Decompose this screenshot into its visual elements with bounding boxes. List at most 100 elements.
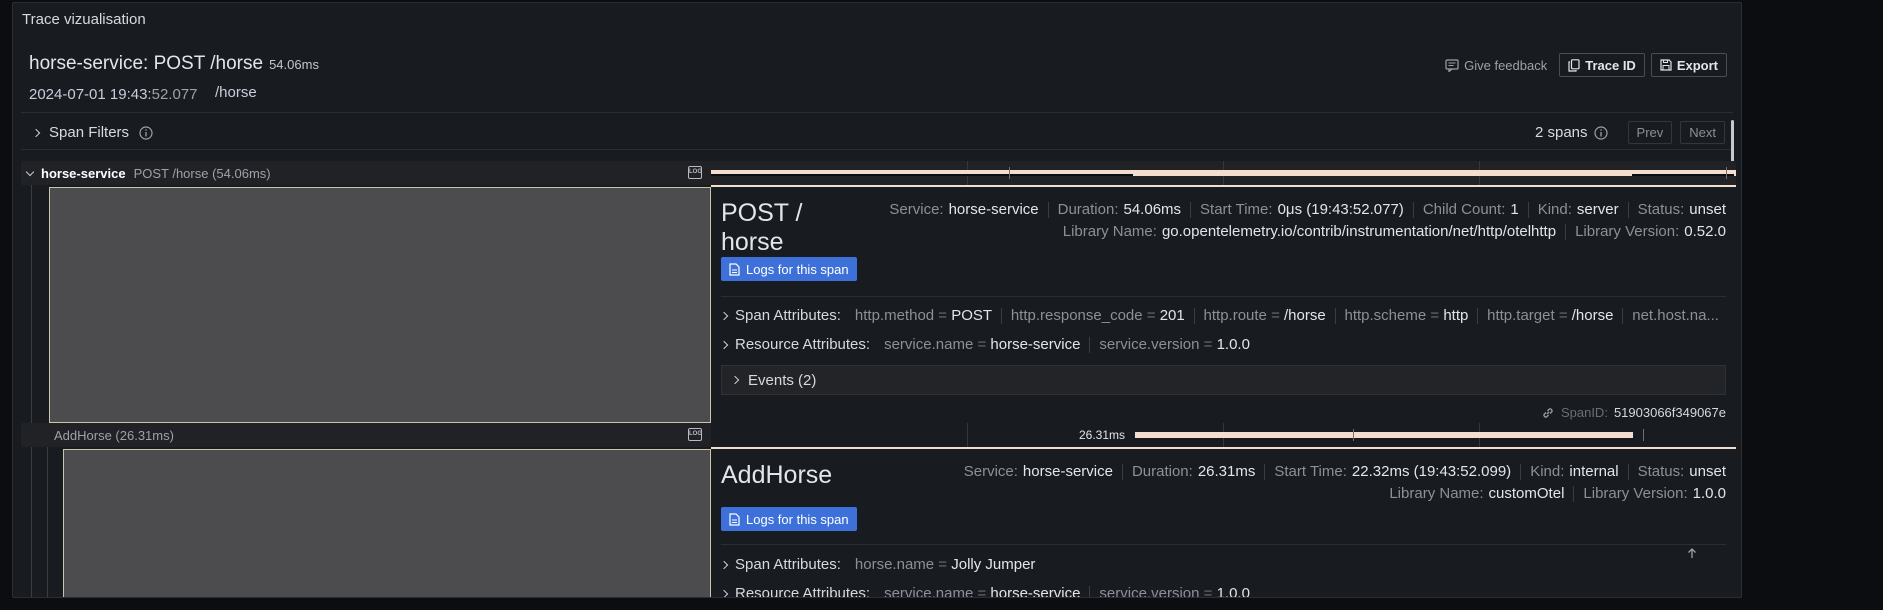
span-filters-toggle[interactable]: Span Filters (31, 124, 153, 141)
attribute-item: http.scheme = http (1344, 307, 1468, 324)
detail-divider (721, 544, 1726, 545)
timeline-tick (967, 423, 968, 447)
span-operation-label: POST /horse (54.06ms) (133, 165, 271, 181)
logs-icon[interactable]: LOG (688, 166, 702, 179)
span-attributes-row[interactable]: Span Attributes: horse.name = Jolly Jump… (721, 556, 1726, 573)
span-row-horse-service[interactable]: horse-service POST /horse (54.06ms) LOG (21, 161, 711, 185)
span-id-value: 51903066f349067e (1613, 405, 1726, 420)
attribute-item: service.name = horse-service (884, 336, 1080, 353)
meta-value: unset (1689, 201, 1726, 218)
export-button[interactable]: Export (1650, 53, 1727, 77)
meta-key: Status: (1637, 201, 1685, 218)
attr-separator (1334, 307, 1336, 324)
arrow-up-icon[interactable] (1686, 547, 1698, 559)
attribute-item: service.name = horse-service (884, 585, 1080, 597)
attribute-key: service.name (884, 585, 974, 597)
span-attributes-toggle[interactable]: Span Attributes: (721, 556, 841, 573)
logs-for-span-button[interactable]: Logs for this span (721, 507, 857, 531)
attribute-key: horse.name (854, 556, 935, 573)
chevron-right-icon (721, 589, 729, 597)
attribute-key: http.scheme (1344, 307, 1427, 324)
attr-separator (1001, 307, 1002, 324)
logs-for-span-button[interactable]: Logs for this span (721, 257, 857, 281)
span-timeline-row-2[interactable]: 26.31ms (711, 423, 1736, 447)
span-detail-post-horse: POST / horse Service: horse-service Durati… (711, 185, 1736, 423)
attribute-key: service.name (884, 336, 974, 353)
chevron-right-icon (31, 128, 41, 137)
trace-id-label: Trace ID (1585, 57, 1636, 73)
attribute-value: http (1443, 307, 1469, 324)
meta-value: 1 (1510, 201, 1519, 218)
attribute-value: POST (951, 307, 993, 324)
date-seconds: 52.077 (151, 86, 198, 103)
resource-attributes-row[interactable]: Resource Attributes: service.name = hors… (721, 336, 1726, 353)
bar-tick (1353, 429, 1354, 441)
meta-value: 54.06ms (1123, 201, 1182, 218)
meta-key: Library Name: (1389, 485, 1484, 502)
resource-attributes-toggle[interactable]: Resource Attributes: (721, 336, 870, 353)
chevron-right-icon (721, 340, 729, 349)
chevron-right-icon (730, 375, 740, 385)
meta-separator (1520, 463, 1522, 480)
attribute-equals: = (1142, 307, 1160, 324)
span-timeline-row-1[interactable] (711, 161, 1736, 185)
meta-separator (1627, 463, 1629, 480)
attribute-equals: = (934, 307, 952, 324)
span-attributes-row[interactable]: Span Attributes: http.method = POST http.… (721, 307, 1726, 324)
attribute-value: 201 (1159, 307, 1185, 324)
span-detail-addhorse: AddHorse Service: horse-service Duration: 2… (711, 447, 1736, 597)
span-row-addhorse[interactable]: AddHorse (26.31ms) LOG (21, 423, 711, 447)
span-meta-line-2: Library Name: customOtel Library Version: 1… (1389, 485, 1726, 502)
resource-attributes-row[interactable]: Resource Attributes: service.name = hors… (721, 585, 1726, 597)
meta-value: 1.0.0 (1692, 485, 1726, 502)
attr-separator (1089, 336, 1091, 353)
meta-value: 0.52.0 (1684, 223, 1726, 240)
span-attributes-toggle[interactable]: Span Attributes: (721, 307, 841, 324)
meta-key: Library Version: (1575, 223, 1680, 240)
attribute-equals: = (1199, 585, 1217, 597)
resource-attributes-label: Resource Attributes: (735, 585, 871, 597)
meta-value: 26.31ms (1197, 463, 1256, 480)
meta-key: Service: (963, 463, 1018, 480)
span-bar-duration: 26.31ms (1079, 428, 1126, 442)
attribute-value: 1.0.0 (1216, 336, 1250, 353)
meta-key: Child Count: (1422, 201, 1506, 218)
chevron-right-icon (721, 311, 729, 320)
attr-separator (1089, 585, 1091, 597)
give-feedback-button[interactable]: Give feedback (1439, 54, 1553, 77)
attribute-equals: = (1199, 336, 1217, 353)
meta-value: go.opentelemetry.io/contrib/instrumentat… (1161, 223, 1557, 240)
info-icon (1593, 125, 1608, 140)
span-id[interactable]: SpanID: 51903066f349067e (1541, 405, 1726, 420)
trace-panel: Trace vizualisation horse-service: POST … (12, 2, 1742, 598)
attribute-item: http.target = /horse (1487, 307, 1613, 324)
detail-divider (721, 296, 1726, 297)
events-section[interactable]: Events (2) (721, 365, 1726, 395)
attribute-equals: = (1426, 307, 1444, 324)
trace-start-date: 2024-07-01 19:43:52.077 (29, 86, 198, 103)
span-filters-bar: Span Filters 2 spans Prev Next (21, 117, 1733, 150)
attribute-item: horse.name = Jolly Jumper (855, 556, 1036, 573)
attribute-equals: = (1554, 307, 1572, 324)
meta-separator (1573, 485, 1575, 502)
span-filters-label: Span Filters (49, 124, 130, 141)
meta-key: Duration: (1057, 201, 1119, 218)
prev-button[interactable]: Prev (1627, 121, 1673, 144)
span-meta-line-1: Service: horse-service Duration: 54.06ms Sta… (889, 201, 1726, 218)
attribute-value: /horse (1284, 307, 1326, 324)
meta-value: internal (1569, 463, 1619, 480)
bar-tick (1726, 167, 1727, 179)
span-meta-line-1: Service: horse-service Duration: 26.31ms Sta… (964, 463, 1726, 480)
next-button[interactable]: Next (1680, 121, 1725, 144)
span-bar[interactable] (1135, 432, 1633, 438)
comment-icon (1445, 58, 1459, 72)
meta-key: Status: (1637, 463, 1685, 480)
attribute-key: http.target (1487, 307, 1555, 324)
logs-icon[interactable]: LOG (688, 428, 702, 441)
meta-key: Library Name: (1062, 223, 1157, 240)
meta-separator (1264, 463, 1266, 480)
trace-id-button[interactable]: Trace ID (1559, 53, 1645, 77)
copy-icon (1568, 58, 1580, 72)
resource-attributes-toggle[interactable]: Resource Attributes: (721, 585, 870, 597)
meta-key: Kind: (1537, 201, 1572, 218)
